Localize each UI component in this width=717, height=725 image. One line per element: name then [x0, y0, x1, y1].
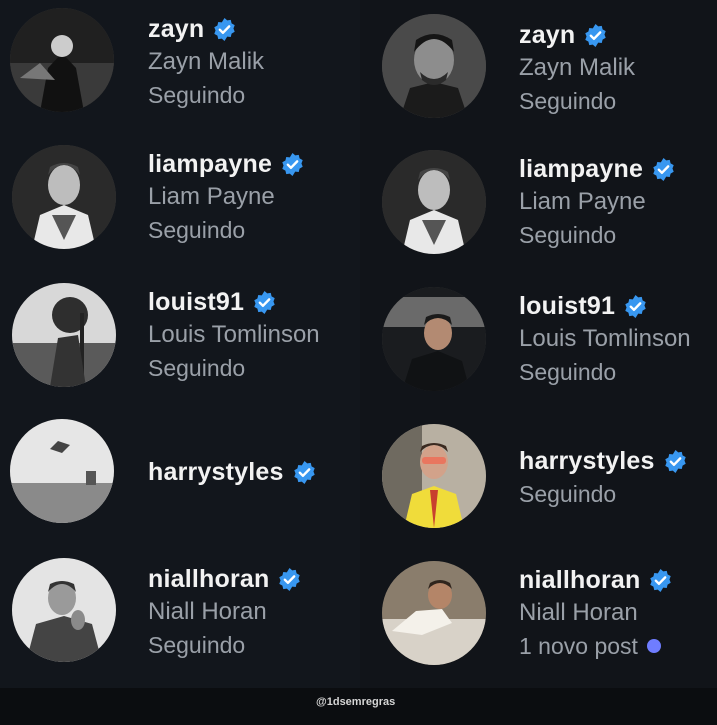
right-column: zayn Zayn Malik Seguindo liampayne Liam … [360, 0, 717, 688]
follow-status: Seguindo [519, 481, 617, 507]
follow-status: Seguindo [148, 217, 246, 243]
profile-row[interactable]: liampayne Liam Payne Seguindo [360, 150, 717, 260]
new-post-label: 1 novo post [519, 633, 638, 659]
full-name: Zayn Malik [519, 54, 636, 81]
profile-row[interactable]: niallhoran Niall Horan 1 novo post [360, 561, 717, 671]
profile-row[interactable]: liampayne Liam Payne Seguindo [0, 145, 355, 255]
profile-row[interactable]: niallhoran Niall Horan Seguindo [0, 558, 355, 668]
full-name: Liam Payne [519, 188, 646, 215]
follow-status: Seguindo [148, 355, 246, 381]
username[interactable]: zayn [519, 21, 575, 50]
username[interactable]: zayn [148, 15, 204, 44]
follow-status: Seguindo [148, 632, 246, 658]
follow-status: Seguindo [519, 222, 617, 248]
avatar[interactable] [382, 561, 486, 665]
avatar[interactable] [382, 150, 486, 254]
verified-badge-icon [648, 568, 673, 593]
profile-row[interactable]: zayn Zayn Malik Seguindo [360, 14, 717, 124]
avatar[interactable] [10, 419, 114, 523]
follow-status: Seguindo [519, 88, 617, 114]
full-name: Liam Payne [148, 183, 275, 210]
avatar[interactable] [382, 14, 486, 118]
verified-badge-icon [277, 567, 302, 592]
avatar[interactable] [382, 424, 486, 528]
full-name: Niall Horan [148, 598, 267, 625]
avatar[interactable] [12, 145, 116, 249]
verified-badge-icon [212, 17, 237, 42]
watermark: @1dsemregras [316, 696, 396, 708]
full-name: Niall Horan [519, 599, 638, 626]
username[interactable]: niallhoran [519, 566, 640, 595]
profile-row[interactable]: zayn Zayn Malik Seguindo [0, 8, 355, 118]
username[interactable]: niallhoran [148, 565, 269, 594]
username[interactable]: liampayne [148, 150, 272, 179]
avatar[interactable] [12, 283, 116, 387]
username[interactable]: harrystyles [519, 447, 655, 476]
username[interactable]: louist91 [148, 288, 244, 317]
full-name: Louis Tomlinson [148, 321, 320, 348]
avatar[interactable] [12, 558, 116, 662]
profile-row[interactable]: louist91 Louis Tomlinson Seguindo [360, 287, 717, 397]
username[interactable]: louist91 [519, 292, 615, 321]
profile-row[interactable]: louist91 Louis Tomlinson Seguindo [0, 283, 355, 393]
full-name: Louis Tomlinson [519, 325, 691, 352]
username[interactable]: harrystyles [148, 458, 284, 487]
new-post-dot-icon [646, 639, 661, 653]
new-post-status: 1 novo post [519, 631, 673, 661]
verified-badge-icon [583, 23, 608, 48]
avatar[interactable] [10, 8, 114, 112]
verified-badge-icon [623, 294, 648, 319]
full-name: Zayn Malik [148, 48, 265, 75]
verified-badge-icon [252, 290, 277, 315]
follow-status: Seguindo [148, 82, 246, 108]
follow-status: Seguindo [519, 359, 617, 385]
username[interactable]: liampayne [519, 155, 643, 184]
avatar[interactable] [382, 287, 486, 391]
verified-badge-icon [280, 152, 305, 177]
verified-badge-icon [651, 157, 676, 182]
profile-row[interactable]: harrystyles Seguindo [360, 424, 717, 534]
verified-badge-icon [663, 449, 688, 474]
verified-badge-icon [292, 460, 317, 485]
profile-row[interactable]: harrystyles [0, 419, 355, 529]
